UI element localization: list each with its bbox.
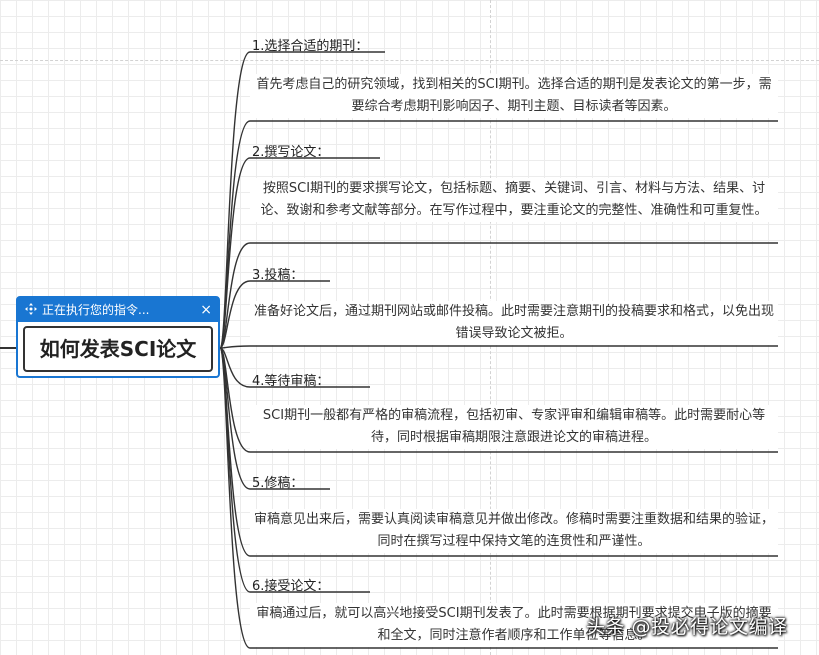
topic-5-title[interactable]: 5.修稿：	[252, 472, 422, 491]
ai-move-icon	[25, 303, 37, 315]
ai-status-bar: 正在执行您的指令... ×	[18, 298, 218, 322]
topic-6-title[interactable]: 6.接受论文：	[252, 575, 422, 594]
close-icon[interactable]: ×	[200, 298, 212, 322]
topic-2-title[interactable]: 2.撰写论文：	[252, 141, 422, 160]
topic-2-desc[interactable]: 按照SCI期刊的要求撰写论文，包括标题、摘要、关键词、引言、材料与方法、结果、讨…	[250, 178, 778, 222]
topic-3-title[interactable]: 3.投稿：	[252, 264, 422, 283]
topic-5-desc[interactable]: 审稿意见出来后，需要认真阅读审稿意见并做出修改。修稿时需要注重数据和结果的验证，…	[250, 509, 778, 553]
topic-1-title[interactable]: 1.选择合适的期刊：	[252, 35, 422, 54]
root-topic[interactable]: 如何发表SCI论文	[23, 326, 213, 372]
selected-root-node[interactable]: 正在执行您的指令... × 如何发表SCI论文	[16, 296, 220, 378]
topic-3-desc[interactable]: 准备好论文后，通过期刊网站或邮件投稿。此时需要注意期刊的投稿要求和格式，以免出现…	[250, 301, 778, 345]
topic-1-desc[interactable]: 首先考虑自己的研究领域，找到相关的SCI期刊。选择合适的期刊是发表论文的第一步，…	[250, 74, 778, 118]
topic-4-desc[interactable]: SCI期刊一般都有严格的审稿流程，包括初审、专家评审和编辑审稿等。此时需要耐心等…	[250, 405, 778, 449]
status-text: 正在执行您的指令...	[42, 303, 150, 317]
topic-4-title[interactable]: 4.等待审稿：	[252, 370, 422, 389]
watermark-text: 头条 @投必得论文编译	[586, 616, 788, 638]
branch-line-3-desc	[219, 345, 778, 349]
